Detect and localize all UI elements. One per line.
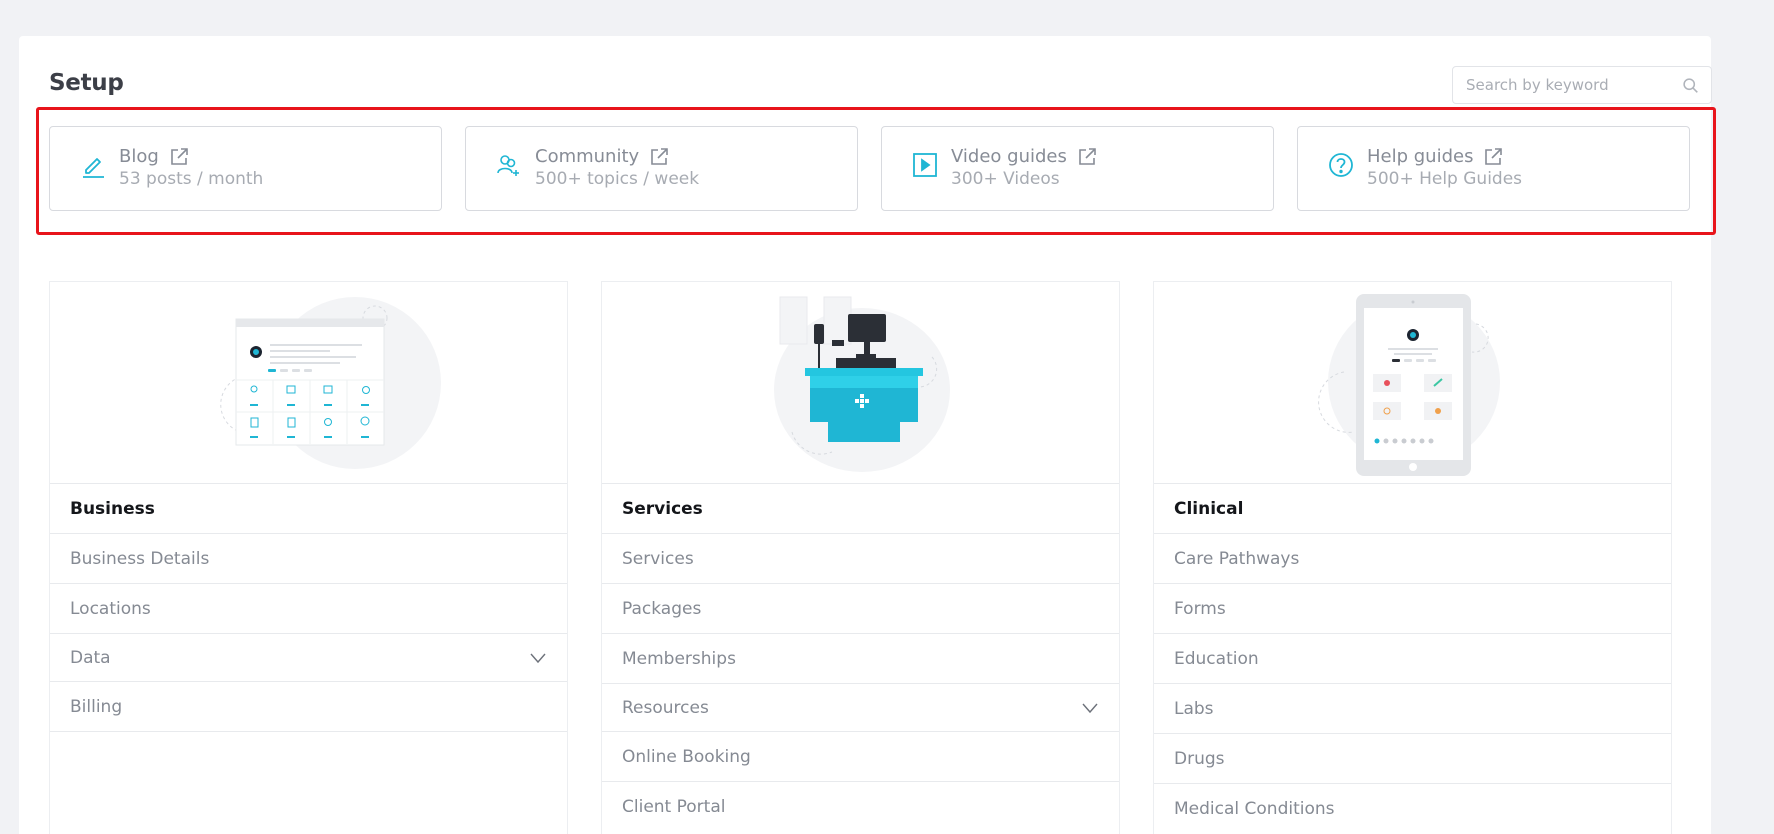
menu-item-care-pathways[interactable]: Care Pathways (1154, 533, 1671, 583)
menu-item-locations[interactable]: Locations (50, 583, 567, 633)
services-illustration (774, 296, 950, 472)
resource-subtitle: 300+ Videos (951, 169, 1060, 189)
external-link-icon (1485, 147, 1503, 165)
menu-item-memberships[interactable]: Memberships (602, 633, 1119, 683)
external-link-icon (651, 147, 668, 165)
resource-title: Help guides (1367, 146, 1474, 167)
menu-item-online-booking[interactable]: Online Booking (602, 731, 1119, 781)
users-icon (497, 155, 519, 176)
menu-item-data[interactable]: Data (50, 633, 567, 681)
play-icon (913, 153, 937, 177)
resource-title: Blog (119, 146, 159, 167)
resource-subtitle: 53 posts / month (119, 169, 264, 189)
category-card-clinical: Clinical Care Pathways Forms Education L… (1153, 281, 1672, 834)
category-title: Clinical (1154, 483, 1671, 533)
pencil-icon (83, 158, 104, 178)
menu-item-drugs[interactable]: Drugs (1154, 733, 1671, 783)
category-title: Services (602, 483, 1119, 533)
menu-item-labs[interactable]: Labs (1154, 683, 1671, 733)
menu-item-forms[interactable]: Forms (1154, 583, 1671, 633)
page-title: Setup (49, 70, 124, 96)
menu-item-client-portal[interactable]: Client Portal (602, 781, 1119, 831)
menu-item-education[interactable]: Education (1154, 633, 1671, 683)
list-divider (50, 731, 567, 732)
chevron-down-icon[interactable] (1081, 699, 1099, 717)
category-card-services: Services Services Packages Memberships R… (601, 281, 1120, 834)
resource-title: Community (535, 146, 640, 167)
menu-item-packages[interactable]: Packages (602, 583, 1119, 633)
clinical-illustration (1318, 294, 1500, 476)
external-link-icon (170, 147, 188, 165)
menu-item-resources[interactable]: Resources (602, 683, 1119, 731)
resource-card-help-guides[interactable]: Help guides 500+ Help Guides (1297, 126, 1690, 211)
menu-item-services[interactable]: Services (602, 533, 1119, 583)
resource-title: Video guides (951, 146, 1067, 167)
resource-card-blog[interactable]: Blog 53 posts / month (49, 126, 442, 211)
search-box[interactable] (1452, 66, 1712, 104)
resource-subtitle: 500+ topics / week (535, 169, 700, 189)
category-card-business: Business Business Details Locations Data… (49, 281, 568, 834)
question-icon (1329, 153, 1353, 177)
business-illustration (220, 297, 441, 469)
menu-item-medical-conditions[interactable]: Medical Conditions (1154, 783, 1671, 833)
category-title: Business (50, 483, 567, 533)
menu-item-billing[interactable]: Billing (50, 681, 567, 731)
menu-item-business-details[interactable]: Business Details (50, 533, 567, 583)
resource-subtitle: 500+ Help Guides (1367, 169, 1523, 189)
search-input[interactable] (1466, 67, 1666, 103)
external-link-icon (1079, 147, 1096, 165)
search-icon[interactable] (1682, 77, 1699, 94)
chevron-down-icon[interactable] (529, 649, 547, 667)
resource-card-community[interactable]: Community 500+ topics / week (465, 126, 858, 211)
resource-card-video-guides[interactable]: Video guides 300+ Videos (881, 126, 1274, 211)
